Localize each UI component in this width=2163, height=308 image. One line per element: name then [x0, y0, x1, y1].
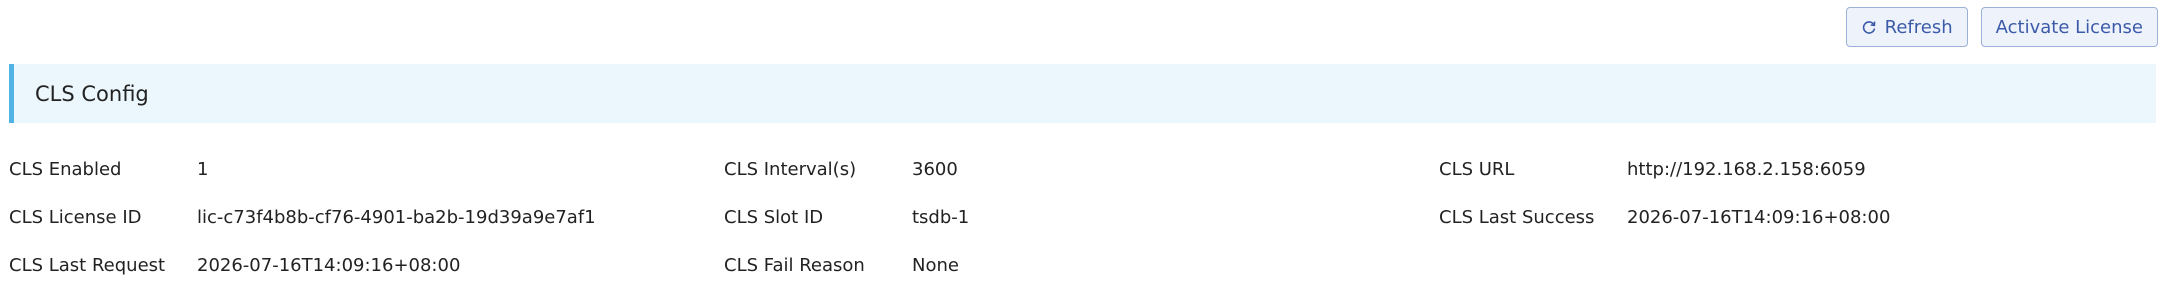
field-value: 3600	[912, 158, 958, 180]
activate-license-button-label: Activate License	[1995, 16, 2143, 38]
field-value: tsdb-1	[912, 206, 970, 228]
field-cls-enabled: CLS Enabled 1	[9, 145, 724, 193]
field-cls-last-success: CLS Last Success 2026-07-16T14:09:16+08:…	[1439, 193, 2154, 241]
field-value: None	[912, 254, 959, 276]
field-label: CLS Last Success	[1439, 206, 1595, 228]
field-label: CLS License ID	[9, 206, 142, 228]
field-label: CLS Slot ID	[724, 206, 824, 228]
field-cls-url: CLS URL http://192.168.2.158:6059	[1439, 145, 2154, 193]
config-grid: CLS Enabled 1 CLS Interval(s) 3600 CLS U…	[9, 145, 2156, 289]
section-title: CLS Config	[35, 81, 149, 106]
field-value: 2026-07-16T14:09:16+08:00	[197, 254, 461, 276]
refresh-button[interactable]: Refresh	[1845, 7, 1968, 47]
field-value: 2026-07-16T14:09:16+08:00	[1627, 206, 1891, 228]
field-value: lic-c73f4b8b-cf76-4901-ba2b-19d39a9e7af1	[197, 206, 596, 228]
field-cls-interval: CLS Interval(s) 3600	[724, 145, 1439, 193]
field-cls-license-id: CLS License ID lic-c73f4b8b-cf76-4901-ba…	[9, 193, 724, 241]
refresh-icon	[1861, 19, 1877, 35]
field-label: CLS Fail Reason	[724, 254, 865, 276]
field-cls-fail-reason: CLS Fail Reason None	[724, 241, 1439, 289]
activate-license-button[interactable]: Activate License	[1980, 7, 2158, 47]
field-value: http://192.168.2.158:6059	[1627, 158, 1866, 180]
field-label: CLS URL	[1439, 158, 1515, 180]
field-cls-last-request: CLS Last Request 2026-07-16T14:09:16+08:…	[9, 241, 724, 289]
field-label: CLS Enabled	[9, 158, 122, 180]
field-label: CLS Interval(s)	[724, 158, 857, 180]
refresh-button-label: Refresh	[1884, 16, 1953, 38]
toolbar: Refresh Activate License	[1845, 7, 2158, 47]
field-cls-slot-id: CLS Slot ID tsdb-1	[724, 193, 1439, 241]
field-value: 1	[197, 158, 209, 180]
section-header: CLS Config	[9, 64, 2156, 123]
field-label: CLS Last Request	[9, 254, 166, 276]
